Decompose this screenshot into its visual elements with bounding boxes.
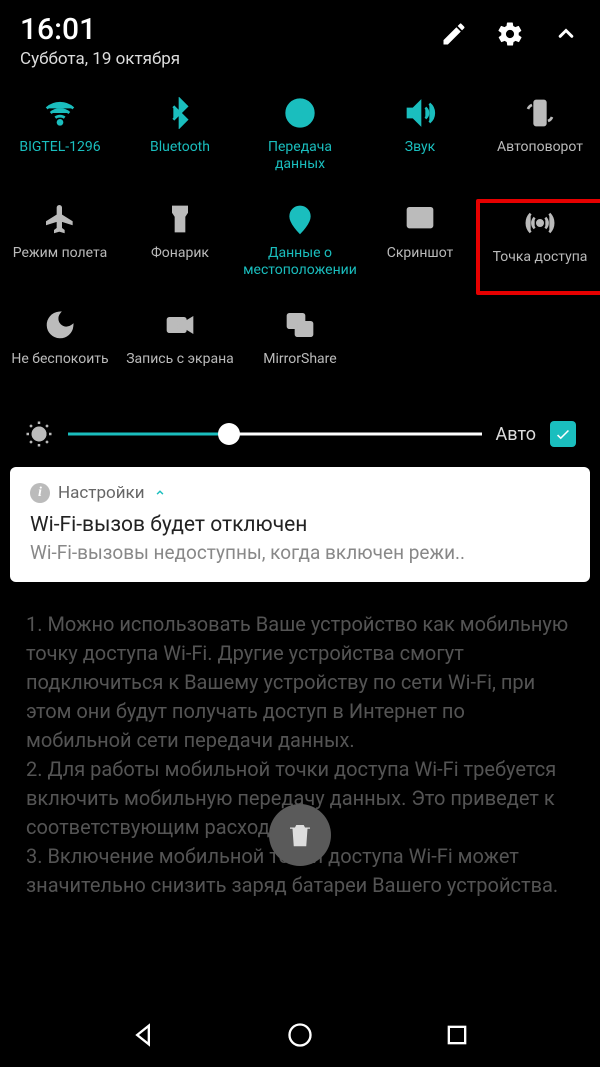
quick-settings-grid: BIGTEL-1296 Bluetooth Передача данных Зв… — [0, 77, 600, 409]
check-icon — [554, 425, 572, 443]
recent-icon[interactable] — [443, 1021, 471, 1049]
tile-screenrecord[interactable]: Запись с экрана — [120, 309, 240, 397]
auto-brightness-label: Авто — [496, 424, 536, 445]
wifi-icon — [44, 97, 76, 129]
notification-body: Wi-Fi-вызовы недоступны, когда включен р… — [30, 541, 570, 564]
edit-icon[interactable] — [440, 20, 468, 48]
status-header: 16:01 Суббота, 19 октября — [0, 0, 600, 77]
tile-data[interactable]: Передача данных — [240, 97, 360, 185]
notification-title: Wi-Fi-вызов будет отключен — [30, 513, 570, 537]
tile-label: Режим полета — [11, 245, 109, 262]
info-icon: i — [30, 483, 50, 503]
tile-label: Автоповорот — [495, 139, 585, 156]
location-icon — [284, 203, 316, 235]
notification-app-name: Настройки — [58, 483, 145, 503]
notification-card[interactable]: i Настройки Wi-Fi-вызов будет отключен W… — [10, 467, 590, 582]
tile-label: BIGTEL-1296 — [17, 139, 102, 156]
tile-label: Точка доступа — [491, 249, 590, 266]
moon-icon — [44, 309, 76, 341]
back-icon[interactable] — [129, 1021, 157, 1049]
tile-location[interactable]: Данные о местоположении — [240, 203, 360, 291]
tile-sound[interactable]: Звук — [360, 97, 480, 185]
navigation-bar — [0, 1003, 600, 1067]
screenrecord-icon — [164, 309, 196, 341]
tile-label: Скриншот — [385, 245, 456, 262]
tile-dnd[interactable]: Не беспокоить — [0, 309, 120, 397]
clear-notifications-button[interactable] — [269, 804, 331, 866]
trash-icon — [285, 820, 315, 850]
tile-hotspot[interactable]: Точка доступа — [476, 199, 600, 295]
tile-label: Bluetooth — [148, 139, 212, 156]
tile-bluetooth[interactable]: Bluetooth — [120, 97, 240, 185]
screenshot-icon — [404, 203, 436, 235]
tile-label: Данные о местоположении — [240, 245, 360, 279]
sound-icon — [404, 97, 436, 129]
auto-brightness-checkbox[interactable] — [550, 421, 576, 447]
bluetooth-icon — [164, 97, 196, 129]
rotate-icon — [524, 97, 556, 129]
tile-rotate[interactable]: Автоповорот — [480, 97, 600, 185]
brightness-icon — [24, 419, 54, 449]
brightness-slider[interactable] — [68, 422, 482, 446]
tile-label: Звук — [403, 139, 437, 156]
tile-mirrorshare[interactable]: MirrorShare — [240, 309, 360, 397]
hotspot-icon — [524, 207, 556, 239]
tile-label: Передача данных — [240, 139, 360, 173]
data-icon — [284, 97, 316, 129]
tile-label: MirrorShare — [261, 351, 338, 368]
background-help-text: 1. Можно использовать Ваше устройство ка… — [0, 582, 600, 900]
brightness-row: Авто — [0, 409, 600, 467]
tile-screenshot[interactable]: Скриншот — [360, 203, 480, 291]
tile-wifi[interactable]: BIGTEL-1296 — [0, 97, 120, 185]
home-icon[interactable] — [286, 1021, 314, 1049]
time-label: 16:01 — [20, 12, 180, 47]
tile-label: Запись с экрана — [124, 351, 236, 368]
gear-icon[interactable] — [496, 20, 524, 48]
tile-label: Фонарик — [149, 245, 211, 262]
tile-airplane[interactable]: Режим полета — [0, 203, 120, 291]
chevron-up-icon[interactable] — [552, 20, 580, 48]
tile-label: Не беспокоить — [9, 351, 110, 368]
flashlight-icon — [164, 203, 196, 235]
tile-flashlight[interactable]: Фонарик — [120, 203, 240, 291]
date-label: Суббота, 19 октября — [20, 49, 180, 69]
chevron-up-icon[interactable] — [153, 486, 167, 500]
airplane-icon — [44, 203, 76, 235]
mirrorshare-icon — [284, 309, 316, 341]
